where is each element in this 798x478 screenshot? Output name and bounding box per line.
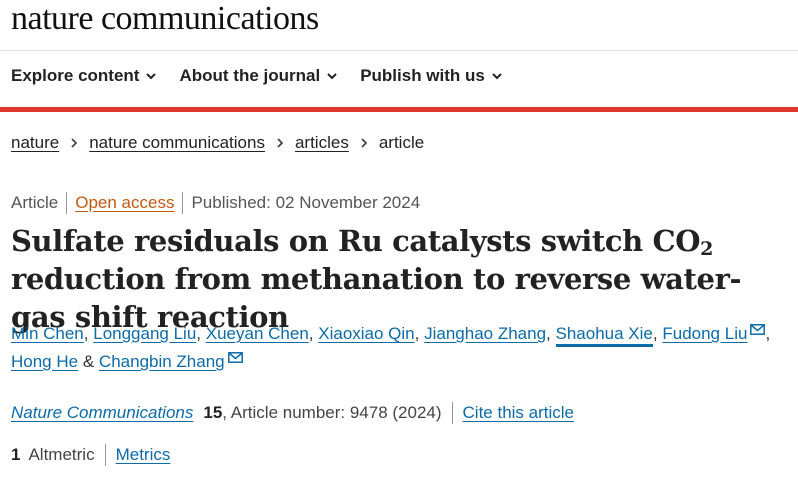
author-separator: , [765,324,771,343]
chevron-right-icon [277,138,284,148]
chevron-down-icon [492,73,502,80]
nav-label: Publish with us [360,66,485,85]
author-list: Min Chen, Longgang Liu, Xueyan Chen, Xia… [11,320,791,376]
article-number: , Article number: 9478 (2024) [222,403,442,422]
metrics-link[interactable]: Metrics [116,445,171,465]
author-separator: , [308,324,314,343]
title-part1: Sulfate residuals on Ru catalysts switch… [11,224,701,258]
article-type: Article [11,193,59,212]
citation-line: Nature Communications 15 , Article numbe… [11,402,574,424]
author-link[interactable]: Hong He [11,352,78,371]
author-separator: , [196,324,202,343]
accent-bar [0,107,798,112]
author-link[interactable]: Min Chen [11,324,84,343]
author-link[interactable]: Changbin Zhang [99,352,225,371]
author-separator: , [652,324,658,343]
header-divider [0,50,798,51]
author-ampersand: & [82,352,95,371]
chevron-right-icon [361,138,368,148]
author-link[interactable]: Xueyan Chen [206,324,309,343]
chevron-down-icon [327,73,337,80]
breadcrumb-current: article [378,133,425,152]
altmetric-count: 1 [11,445,21,464]
open-access-link[interactable]: Open access [75,193,174,213]
metrics-divider [104,444,106,466]
breadcrumb-articles[interactable]: articles [295,133,349,153]
author-separator: , [83,324,89,343]
nav-label: About the journal [179,66,321,85]
article-title: Sulfate residuals on Ru catalysts switch… [11,222,791,336]
title-subscript: 2 [700,238,713,260]
main-nav: Explore content About the journal Publis… [11,66,503,86]
author-link[interactable]: Jianghao Zhang [424,324,546,343]
metrics-line: 1 Altmetric Metrics [11,444,170,466]
nav-label: Explore content [11,66,140,85]
cite-this-article-link[interactable]: Cite this article [463,403,574,423]
breadcrumb: nature nature communications articles ar… [11,133,424,153]
author-link[interactable]: Xiaoxiao Qin [318,324,414,343]
volume-number: 15 [203,403,223,422]
altmetric-label: Altmetric [28,445,95,464]
author-link-highlighted[interactable]: Shaohua Xie [555,324,653,347]
meta-divider [182,192,184,214]
breadcrumb-nature-communications[interactable]: nature communications [89,133,265,153]
chevron-right-icon [71,138,78,148]
meta-divider [66,192,68,214]
author-separator: , [414,324,420,343]
published-date: Published: 02 November 2024 [191,193,421,212]
nav-explore-content[interactable]: Explore content [11,66,157,86]
journal-link[interactable]: Nature Communications [11,403,193,423]
nav-publish-with-us[interactable]: Publish with us [360,66,503,86]
citation-divider [451,402,453,424]
mail-icon[interactable] [750,324,766,335]
article-meta: Article Open access Published: 02 Novemb… [11,192,420,214]
author-link[interactable]: Longgang Liu [93,324,196,343]
breadcrumb-nature[interactable]: nature [11,133,59,153]
nav-about-journal[interactable]: About the journal [179,66,338,86]
chevron-down-icon [146,73,157,80]
site-logo[interactable]: nature communications [11,0,319,38]
author-separator: , [546,324,551,343]
mail-icon[interactable] [227,352,243,363]
author-link[interactable]: Fudong Liu [662,324,747,343]
